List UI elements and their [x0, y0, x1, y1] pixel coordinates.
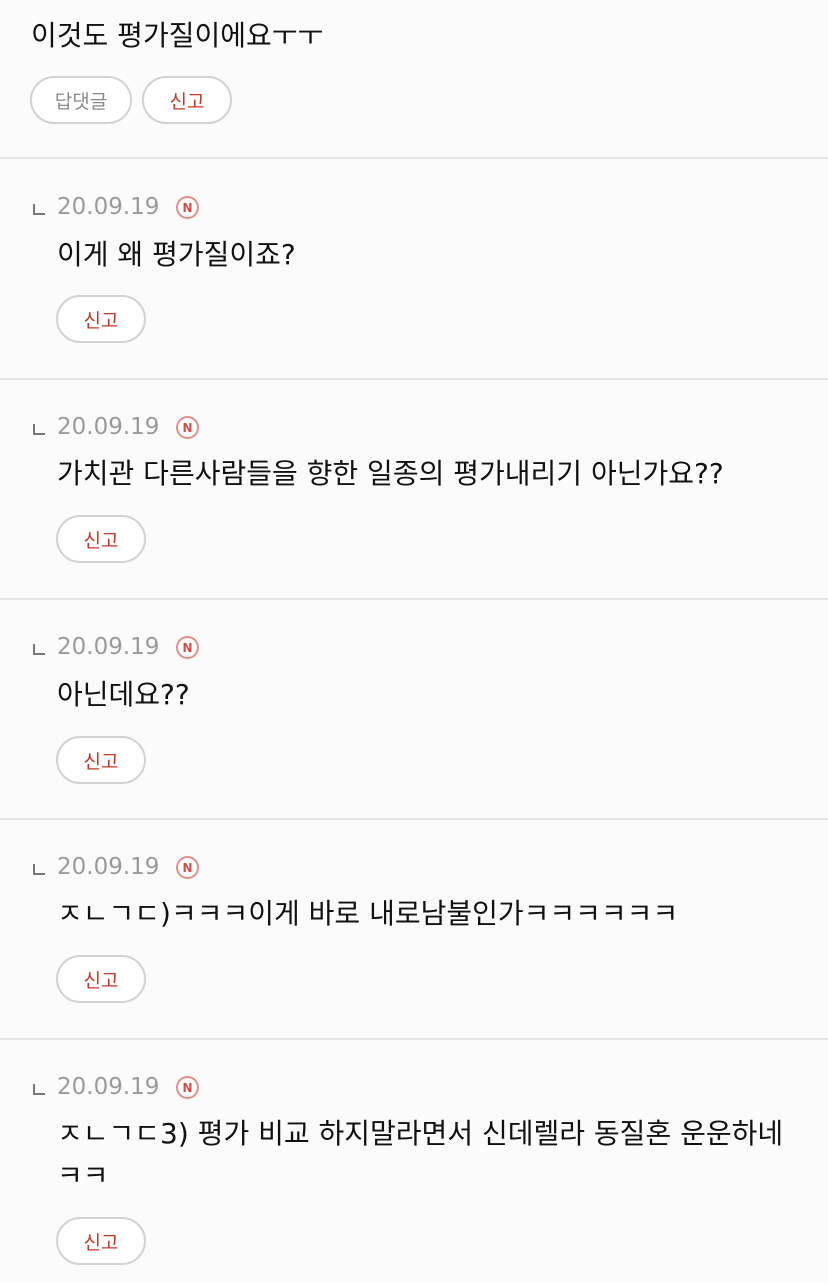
new-badge-icon: N [176, 416, 199, 439]
reply-item: 20.09.19 N ㅈㄴㄱㄷ3) 평가 비교 하지말라면서 신데렐라 동질혼 … [0, 1040, 828, 1283]
reply-corner-icon [33, 1084, 45, 1095]
reply-text: ㅈㄴㄱㄷ3) 평가 비교 하지말라면서 신데렐라 동질혼 운운하네 ㅋㅋ [57, 1117, 784, 1192]
reply-date: 20.09.19 [57, 194, 160, 220]
reply-corner-icon [33, 424, 45, 435]
report-button[interactable]: 신고 [56, 515, 146, 563]
top-comment: 이것도 평가질이에요ㅜㅜ 답댓글 신고 [0, 0, 828, 158]
reply-text: 아닌데요?? [57, 678, 190, 711]
reply-corner-icon [33, 204, 45, 215]
new-badge-icon: N [176, 856, 199, 879]
reply-text: ㅈㄴㄱㄷ)ㅋㅋㅋ이게 바로 내로남불인가ㅋㅋㅋㅋㅋㅋ [57, 897, 679, 930]
comment-text: 이것도 평가질이에요ㅜㅜ [31, 19, 324, 52]
reply-item: 20.09.19 N ㅈㄴㄱㄷ)ㅋㅋㅋ이게 바로 내로남불인가ㅋㅋㅋㅋㅋㅋ 신고 [0, 820, 828, 1038]
report-button[interactable]: 신고 [56, 1217, 146, 1265]
reply-corner-icon [33, 864, 45, 875]
reply-date: 20.09.19 [57, 414, 160, 440]
reply-item: 20.09.19 N 가치관 다른사람들을 향한 일종의 평가내리기 아닌가요?… [0, 380, 828, 598]
reply-date: 20.09.19 [57, 634, 160, 660]
reply-text: 이게 왜 평가질이죠? [57, 238, 296, 271]
reply-item: 20.09.19 N 아닌데요?? 신고 [0, 600, 828, 818]
report-button[interactable]: 신고 [142, 76, 232, 124]
reply-date: 20.09.19 [57, 854, 160, 880]
reply-text: 가치관 다른사람들을 향한 일종의 평가내리기 아닌가요?? [57, 457, 724, 490]
reply-button[interactable]: 답댓글 [30, 76, 132, 124]
new-badge-icon: N [176, 636, 199, 659]
reply-date: 20.09.19 [57, 1074, 160, 1100]
reply-corner-icon [33, 644, 45, 655]
new-badge-icon: N [176, 1076, 199, 1099]
new-badge-icon: N [176, 196, 199, 219]
reply-item: 20.09.19 N 이게 왜 평가질이죠? 신고 [0, 159, 828, 378]
report-button[interactable]: 신고 [56, 736, 146, 784]
report-button[interactable]: 신고 [56, 955, 146, 1003]
report-button[interactable]: 신고 [56, 295, 146, 343]
